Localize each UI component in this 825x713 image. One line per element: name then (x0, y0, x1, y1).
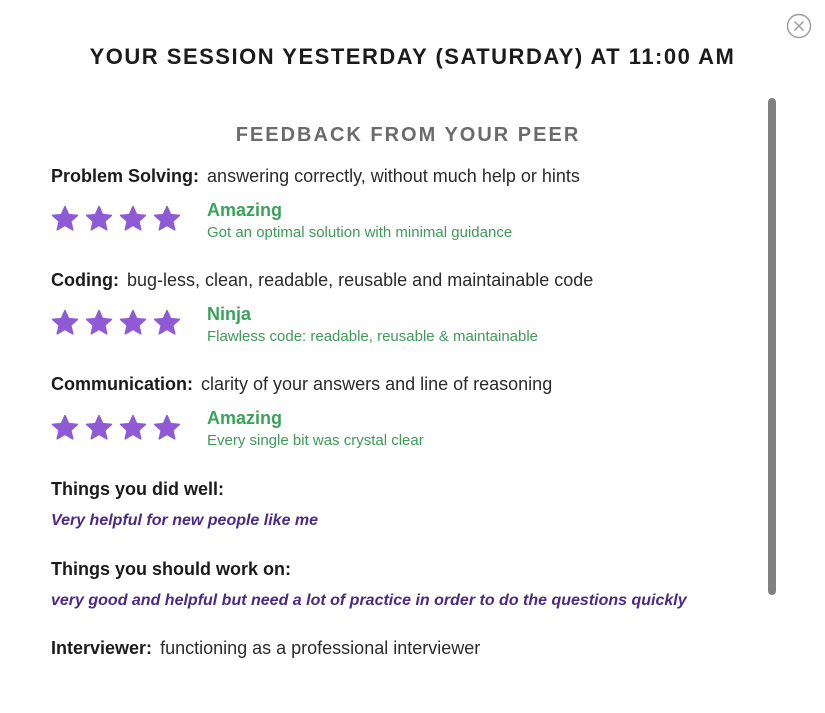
criterion-name: Communication: (51, 374, 193, 394)
star-icon (85, 414, 113, 440)
criterion-coding: Coding: bug-less, clean, readable, reusa… (51, 270, 593, 291)
star-icon (51, 309, 79, 335)
star-icon (51, 205, 79, 231)
criterion-problem-solving: Problem Solving: answering correctly, wi… (51, 166, 580, 187)
criterion-description: answering correctly, without much help o… (207, 166, 580, 186)
rating-label: Amazing (207, 408, 283, 428)
work-on-answer: very good and helpful but need a lot of … (51, 592, 687, 609)
rating-problem-solving: Amazing Got an optimal solution with min… (207, 199, 512, 243)
rating-description: Flawless code: readable, reusable & main… (207, 328, 539, 345)
criterion-name: Interviewer: (51, 638, 153, 658)
star-rating (51, 205, 181, 233)
criterion-description: functioning as a professional interviewe… (160, 638, 481, 658)
criterion-communication: Communication: clarity of your answers a… (51, 374, 552, 395)
rating-communication: Amazing Every single bit was crystal cle… (207, 407, 424, 451)
criterion-name: Coding: (51, 270, 119, 290)
rating-label: Amazing (207, 200, 283, 220)
star-icon (119, 414, 147, 440)
star-rating (51, 309, 181, 337)
criterion-description: clarity of your answers and line of reas… (201, 374, 553, 394)
rating-description: Got an optimal solution with minimal gui… (207, 224, 513, 241)
did-well-answer: Very helpful for new people like me (51, 512, 319, 529)
star-icon (153, 414, 181, 440)
modal-title: YOUR SESSION YESTERDAY (SATURDAY) AT 11:… (89, 44, 736, 69)
star-icon (153, 205, 181, 231)
star-icon (51, 414, 79, 440)
rating-coding: Ninja Flawless code: readable, reusable … (207, 303, 538, 347)
work-on-heading: Things you should work on: (51, 559, 291, 579)
star-icon (119, 309, 147, 335)
criterion-interviewer: Interviewer: functioning as a profession… (51, 638, 480, 659)
criterion-description: bug-less, clean, readable, reusable and … (127, 270, 594, 290)
feedback-heading: FEEDBACK FROM YOUR PEER (235, 124, 581, 146)
rating-label: Ninja (207, 304, 252, 324)
did-well-heading: Things you did well: (51, 479, 224, 499)
close-circle-icon[interactable] (786, 13, 812, 39)
star-rating (51, 414, 181, 442)
scrollbar-thumb[interactable] (768, 98, 776, 595)
star-icon (85, 309, 113, 335)
rating-description: Every single bit was crystal clear (207, 432, 424, 449)
star-icon (153, 309, 181, 335)
close-button[interactable] (786, 13, 812, 39)
feedback-modal: YOUR SESSION YESTERDAY (SATURDAY) AT 11:… (0, 0, 825, 713)
star-icon (85, 205, 113, 231)
criterion-name: Problem Solving: (51, 166, 200, 186)
star-icon (119, 205, 147, 231)
